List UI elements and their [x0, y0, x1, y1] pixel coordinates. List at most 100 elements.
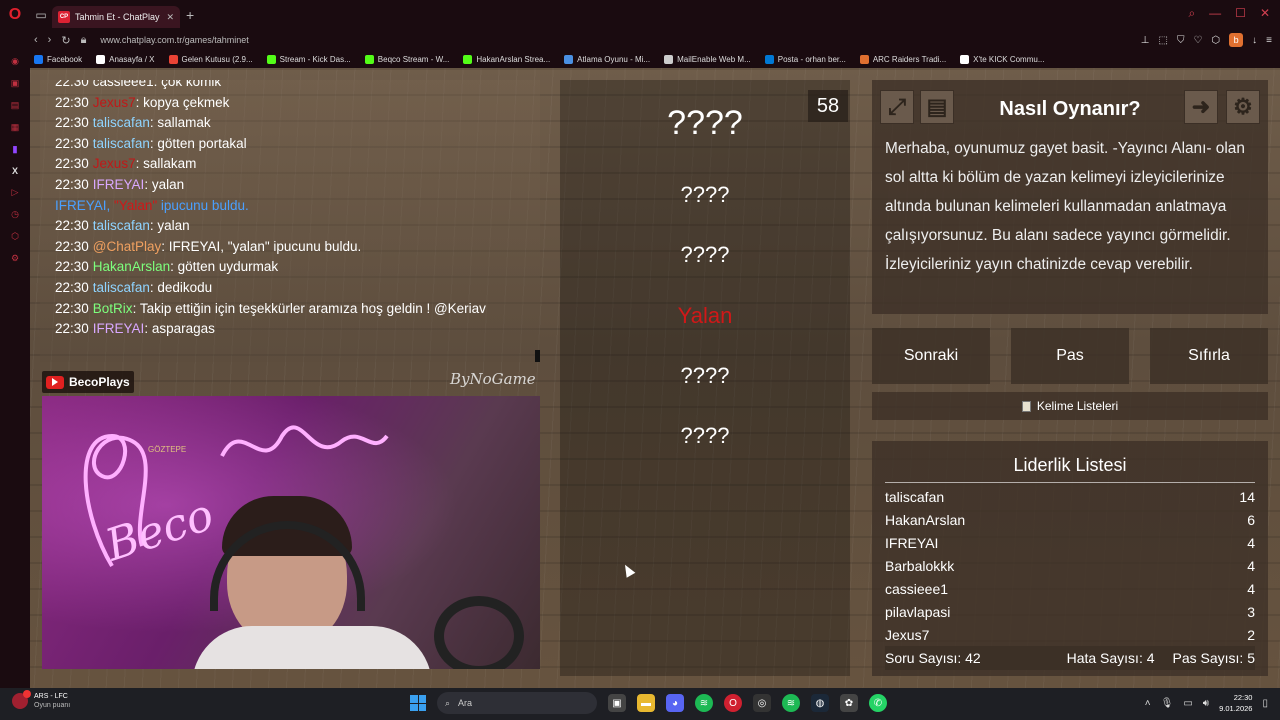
facebook-icon [34, 54, 43, 64]
bookmark-item[interactable]: ARC Raiders Tradi... [859, 54, 946, 64]
bookmark-item[interactable]: Posta - orhan ber... [764, 54, 846, 64]
current-word: ???? [667, 104, 743, 142]
spotify-alt-icon[interactable]: ≋ [782, 694, 800, 712]
message-user[interactable]: @ChatPlay [93, 239, 161, 254]
bookmark-item[interactable]: MailEnable Web M... [664, 54, 751, 64]
message-separator: : [135, 156, 144, 172]
widget-news[interactable]: ARS - LFC Oyun puanı [12, 689, 70, 709]
chat-scrollbar[interactable] [535, 350, 540, 362]
app-icon[interactable]: ✿ [840, 694, 858, 712]
tray-expand-icon[interactable]: ˄ [1145, 698, 1151, 709]
bookmark-item[interactable]: Gelen Kutusu (2.9... [168, 54, 253, 64]
bookmark-item[interactable]: X'te KICK Commu... [960, 54, 1045, 64]
bag-icon[interactable]: ▣ [11, 78, 20, 89]
bookmark-icon[interactable]: ♡ [1193, 35, 1202, 46]
browser-tab[interactable]: CP Tahmin Et - ChatPlay ✕ [52, 6, 180, 28]
bookmark-item[interactable]: Facebook [34, 54, 82, 64]
x-icon[interactable]: X [12, 166, 18, 176]
message-time: 22:30 [55, 300, 89, 316]
pin-icon[interactable]: ⊥ [1141, 35, 1150, 46]
message-user[interactable]: IFREYAI [93, 321, 145, 336]
message-user[interactable]: IFREYAI [93, 177, 145, 192]
reset-button[interactable]: Sıfırla [1150, 328, 1268, 384]
bookmark-item[interactable]: Atlama Oyunu - Mi... [564, 54, 650, 64]
youtube-icon [46, 375, 64, 389]
message-user[interactable]: cassieee1 [93, 80, 154, 89]
opera-logo-icon[interactable]: O [0, 0, 30, 30]
message-time: 22:30 [55, 115, 89, 131]
new-tab-button[interactable]: + [186, 7, 194, 23]
leaderboard-row: IFREYAI 4 [885, 535, 1255, 558]
tab-overview-icon[interactable]: ▭ [30, 0, 52, 30]
network-icon[interactable]: ▭ [1183, 698, 1192, 709]
history-icon[interactable]: ◷ [11, 209, 19, 220]
discord-icon[interactable]: ◕ [666, 694, 684, 712]
opera-icon[interactable]: O [724, 694, 742, 712]
twitch-icon[interactable]: ▮ [13, 144, 18, 155]
message-time: 22:30 [55, 135, 89, 151]
microphone-icon[interactable]: 🎙︎ [1161, 698, 1174, 709]
shield-icon[interactable]: ⛉ [1177, 35, 1185, 46]
message-user[interactable]: taliscafan [93, 218, 150, 233]
player-name: IFREYAI [885, 535, 939, 551]
bookmark-label: X'te KICK Commu... [973, 54, 1045, 64]
whatsapp-icon[interactable]: ✆ [869, 694, 887, 712]
task-view-icon[interactable]: ▣ [608, 694, 626, 712]
channel-name: BecoPlays [69, 375, 130, 389]
obs-icon[interactable]: ◎ [753, 694, 771, 712]
settings-side-icon[interactable]: ⚙ [11, 253, 19, 264]
file-explorer-icon[interactable]: ▬ [637, 694, 655, 712]
settings-icon[interactable]: ⚙ [1226, 90, 1260, 124]
message-text: ipucunu buldu. [157, 197, 249, 213]
news-icon[interactable]: ▦ [11, 122, 20, 133]
close-window-icon[interactable]: ✕ [1260, 6, 1270, 21]
minimize-icon[interactable]: — [1209, 6, 1221, 21]
message-user[interactable]: taliscafan [93, 136, 150, 151]
steam-icon[interactable]: ◍ [811, 694, 829, 712]
message-separator: "Yalan" [114, 197, 158, 213]
pass-button[interactable]: Pas [1011, 328, 1129, 384]
maximize-icon[interactable]: ☐ [1235, 6, 1246, 21]
message-user[interactable]: HakanArslan [93, 259, 170, 274]
message-user[interactable]: BotRix [93, 301, 133, 316]
download-icon[interactable]: ↓ [1252, 35, 1257, 46]
snapshot-icon[interactable]: ⬚ [1159, 35, 1168, 46]
message-user[interactable]: Jexus7 [93, 95, 136, 110]
next-button[interactable]: Sonraki [872, 328, 990, 384]
profile-avatar[interactable]: b [1229, 33, 1244, 47]
bookmark-item[interactable]: Beqco Stream - W... [364, 54, 449, 64]
chat-message: 22:30 IFREYAI: yalan [55, 175, 540, 196]
word-lists-button[interactable]: Kelime Listeleri [872, 392, 1268, 420]
extensions-side-icon[interactable]: ⬡ [11, 231, 19, 242]
chat-icon[interactable]: ▤ [11, 100, 20, 111]
player-icon[interactable]: ▷ [12, 187, 19, 198]
spotify-icon[interactable]: ≋ [695, 694, 713, 712]
bookmark-item[interactable]: Anasayfa / X [96, 54, 155, 64]
message-user[interactable]: taliscafan [93, 280, 150, 295]
notification-icon[interactable]: ▯ [1262, 698, 1268, 709]
forward-icon[interactable]: › [48, 34, 52, 46]
search-tabs-icon[interactable]: ⌕ [1188, 6, 1195, 21]
bookmark-item[interactable]: HakanArslan Strea... [463, 54, 550, 64]
extensions-icon[interactable]: ⬡ [1211, 35, 1220, 46]
close-tab-icon[interactable]: ✕ [166, 12, 174, 23]
back-icon[interactable]: ‹ [34, 34, 38, 46]
exit-icon[interactable]: ➜ [1184, 90, 1218, 124]
clock-date: 9.01.2026 [1219, 704, 1253, 713]
bookmark-item[interactable]: Stream - Kick Das... [266, 54, 351, 64]
player-name: taliscafan [885, 489, 945, 505]
taskbar-search[interactable]: ⌕ Ara [437, 692, 597, 714]
url-field[interactable]: www.chatplay.com.tr/games/tahminet [100, 35, 248, 45]
message-user[interactable]: taliscafan [93, 115, 150, 130]
clock[interactable]: 22:30 9.01.2026 [1219, 692, 1252, 714]
message-user[interactable]: Jexus7 [93, 156, 136, 171]
reload-icon[interactable]: ↻ [61, 34, 70, 47]
message-user[interactable]: IFREYAI, [55, 198, 114, 213]
windows-start-icon[interactable] [410, 695, 426, 711]
error-count: Hata Sayısı: 4 [1066, 650, 1155, 666]
volume-icon[interactable]: 🔊︎ [1203, 698, 1209, 709]
messenger-icon[interactable]: ◉ [11, 56, 19, 67]
neon-sign-label: GÖZTEPE [148, 445, 186, 454]
menu-icon[interactable]: ≡ [1266, 35, 1272, 46]
tab-bar: O ▭ CP Tahmin Et - ChatPlay ✕ + ⌕ — ☐ ✕ [0, 0, 1280, 30]
